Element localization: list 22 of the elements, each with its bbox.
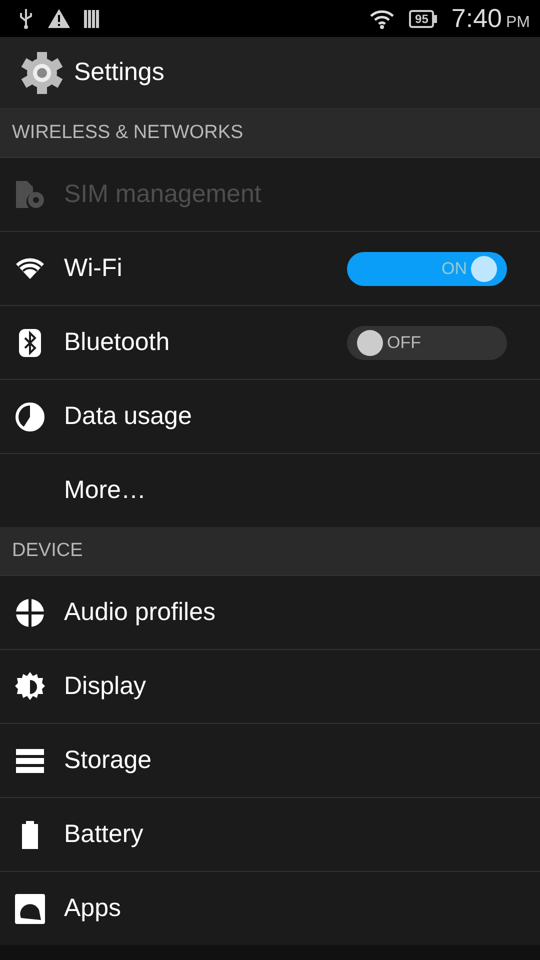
settings-icon: [20, 50, 64, 94]
warning-icon: [48, 9, 70, 28]
pie-chart-icon: [15, 402, 45, 432]
globe-icon: [15, 598, 45, 628]
brightness-icon: [15, 672, 45, 702]
toggle-switch[interactable]: OFF: [347, 326, 507, 360]
section-header: WIRELESS & NETWORKS: [12, 122, 244, 144]
usb-icon: [18, 8, 34, 28]
wifi-signal-icon: [369, 8, 396, 28]
sim-card-icon: [14, 178, 46, 210]
clock-meridiem: PM: [506, 14, 530, 31]
screen-title: Settings: [74, 58, 164, 87]
setting-label[interactable]: Bluetooth: [64, 328, 347, 357]
setting-label[interactable]: Wi-Fi: [64, 254, 347, 283]
battery-level: 95: [409, 10, 434, 28]
clock-time: 7:40: [451, 3, 502, 33]
wifi-icon: [15, 256, 45, 280]
barcode-icon: [84, 10, 100, 28]
section-header: DEVICE: [12, 540, 83, 562]
storage-icon: [16, 748, 44, 772]
bluetooth-icon: [19, 328, 41, 356]
battery-icon: [22, 820, 38, 848]
